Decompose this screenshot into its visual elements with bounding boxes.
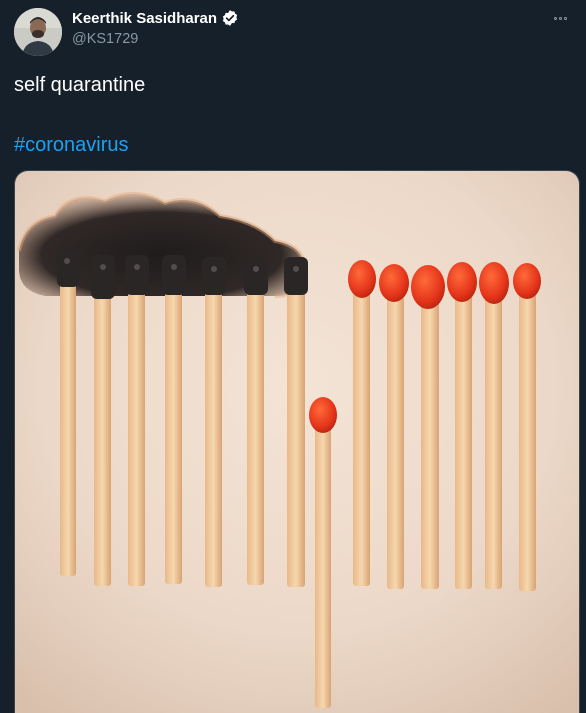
more-dot-icon [563, 16, 567, 20]
more-dot-icon [553, 16, 557, 20]
author-name-row[interactable]: Keerthik Sasidharan [72, 9, 239, 27]
tweet-media-image[interactable] [14, 170, 580, 713]
more-dot-icon [558, 16, 562, 20]
author-handle[interactable]: @KS1729 [72, 31, 138, 47]
profile-avatar-icon [14, 8, 62, 56]
tweet-card[interactable]: Keerthik Sasidharan @KS1729 self quarant… [0, 0, 586, 713]
avatar[interactable] [14, 8, 62, 56]
verified-badge-icon [221, 9, 239, 27]
author-display-name[interactable]: Keerthik Sasidharan [72, 10, 217, 27]
tweet-text: self quarantine [14, 74, 146, 96]
hashtag-link[interactable]: #coronavirus [14, 132, 129, 158]
matchsticks-photo-icon [15, 171, 579, 713]
more-options-button[interactable] [548, 10, 572, 26]
